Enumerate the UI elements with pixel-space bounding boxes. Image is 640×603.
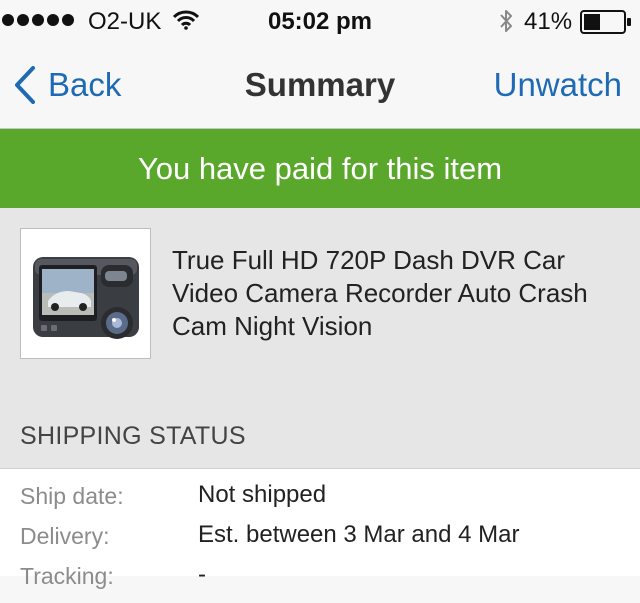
payment-status-banner: You have paid for this item	[0, 129, 640, 208]
tracking-label: Tracking:	[20, 563, 114, 589]
battery-icon	[580, 10, 632, 39]
chevron-left-icon	[15, 66, 35, 104]
ship-date-label: Ship date:	[20, 483, 124, 509]
dash-camera-icon	[33, 257, 139, 339]
ship-date-row: Ship date: Not shipped	[0, 481, 640, 523]
back-button[interactable]: Back	[14, 62, 121, 108]
bluetooth-icon	[498, 8, 514, 39]
item-title[interactable]: True Full HD 720P Dash DVR Car Video Cam…	[172, 244, 612, 343]
delivery-row: Delivery: Est. between 3 Mar and 4 Mar	[0, 521, 640, 563]
navigation-bar: Back Summary Unwatch	[0, 42, 640, 129]
shipping-status-header: SHIPPING STATUS	[20, 422, 246, 450]
ship-date-value: Not shipped	[198, 481, 327, 508]
tracking-value[interactable]: -	[198, 561, 206, 589]
delivery-label: Delivery:	[20, 523, 110, 549]
item-thumbnail[interactable]	[20, 228, 151, 359]
payment-status-text: You have paid for this item	[137, 150, 503, 186]
item-section: True Full HD 720P Dash DVR Car Video Cam…	[0, 208, 640, 468]
unwatch-button[interactable]: Unwatch	[494, 66, 622, 104]
battery-level-fill	[584, 14, 600, 30]
delivery-value: Est. between 3 Mar and 4 Mar	[198, 521, 520, 548]
battery-percent: 41%	[524, 8, 573, 35]
shipping-details: Ship date: Not shipped Delivery: Est. be…	[0, 468, 640, 589]
back-button-label: Back	[48, 66, 122, 103]
status-bar: O2-UK 05:02 pm 41%	[0, 0, 640, 42]
tracking-row: Tracking: -	[0, 561, 640, 603]
